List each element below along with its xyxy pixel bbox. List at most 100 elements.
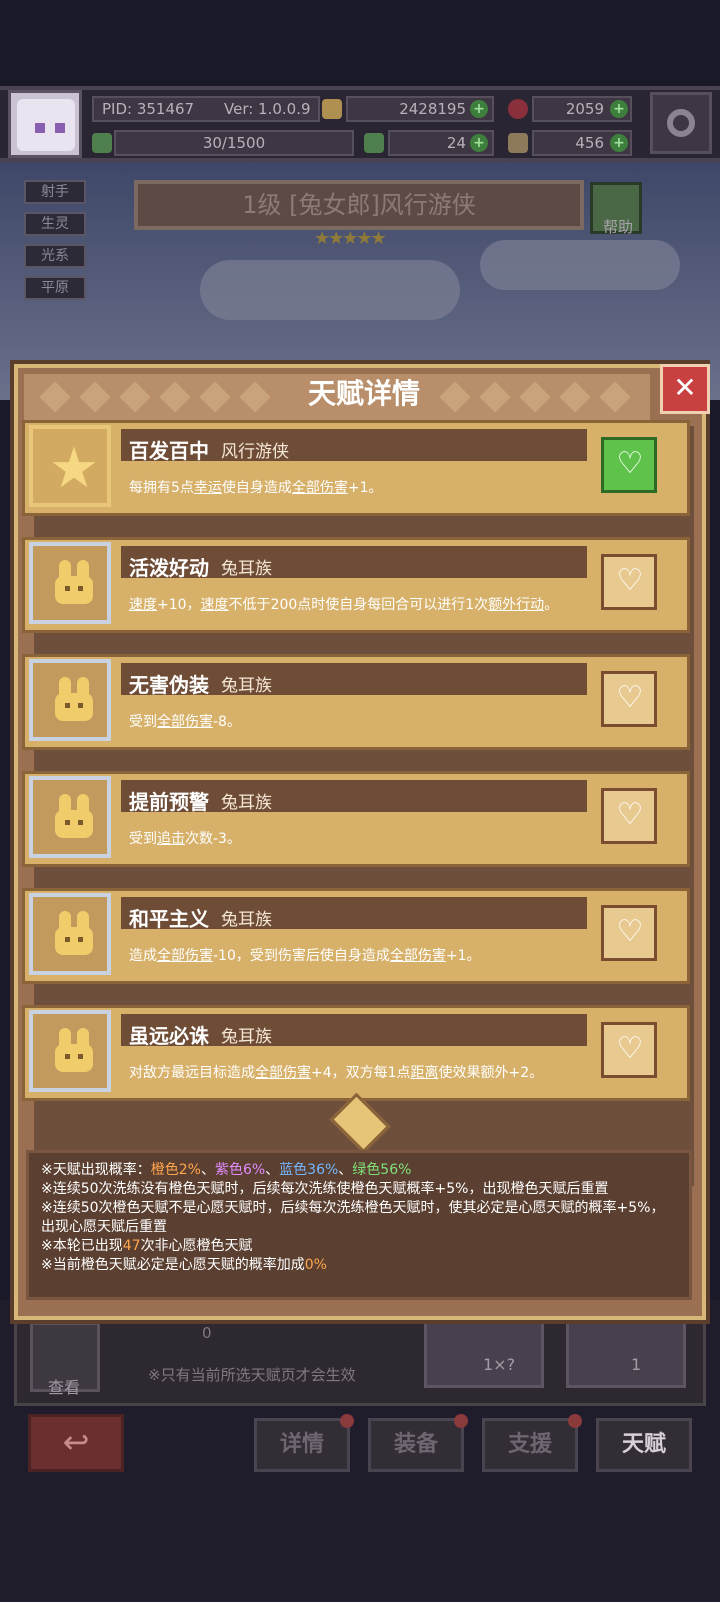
modal-title: 天赋详情 [307,377,420,410]
info-line-5: ※当前橙色天赋必定是心愿天赋的概率加成0% [41,1257,327,1273]
info-line-2: ※连续50次洗练没有橙色天赋时，后续每次洗练使橙色天赋概率+5%，出现橙色天赋后… [41,1181,609,1197]
star-icon: ★ [48,436,100,501]
help-label: 帮助 [602,218,633,236]
probability-info-panel: ※天赋出现概率：橙色2%、紫色6%、蓝色36%、绿色56% ※连续50次洗练没有… [26,1150,692,1300]
nav-details[interactable]: 详情 [254,1418,350,1472]
talent-tribe: 兔耳族 [221,793,272,813]
talent-description: 受到全部伤害-8。 [129,714,241,730]
back-arrow-icon[interactable]: ↩ [28,1414,124,1472]
refine-count: 1 [631,1355,642,1374]
gem-value: 2059 [565,100,604,118]
version-label: Ver: 1.0.0.9 [224,100,311,118]
settings-gear-icon[interactable] [650,92,712,154]
bunny-icon [51,911,97,957]
scroll-plus-button[interactable]: + [610,134,628,152]
bunny-icon [51,560,97,606]
talent-card[interactable]: 虽远必诛 兔耳族 对敌方最远目标造成全部伤害+4，双方每1点距离使效果额外+2。… [22,1005,690,1101]
hero-title: 1级 [兔女郎]风行游侠 [134,180,584,230]
talent-tribe: 兔耳族 [221,559,272,579]
talent-name: 提前预警 [129,790,209,814]
notification-dot [340,1414,354,1428]
wish-heart-button[interactable]: ♡ [601,437,657,493]
heart-icon: ♡ [616,914,644,949]
talent-description: 速度+10，速度不低于200点时使自身每回合可以进行1次额外行动。 [129,597,559,613]
talent-icon [29,893,111,975]
tag-element: 光系 [24,244,86,268]
talent-card[interactable]: 和平主义 兔耳族 造成全部伤害-10，受到伤害后使自身造成全部伤害+1。 ♡ [22,888,690,984]
wish-heart-button[interactable]: ♡ [601,1022,657,1078]
talent-card[interactable]: 无害伪装 兔耳族 受到全部伤害-8。 ♡ [22,654,690,750]
energy-value: 30/1500 [202,134,266,152]
info-line-4: ※本轮已出现47次非心愿橙色天赋 [41,1238,253,1254]
tag-class: 射手 [24,180,86,204]
talent-icon [29,1010,111,1092]
bunny-icon [51,794,97,840]
talent-description: 造成全部伤害-10，受到伤害后使自身造成全部伤害+1。 [129,948,481,964]
player-avatar[interactable] [8,90,82,158]
bunny-icon [51,1028,97,1074]
scroll-icon [508,133,528,153]
gold-coin-icon [322,99,342,119]
wish-heart-button[interactable]: ♡ [601,671,657,727]
talent-tribe: 兔耳族 [221,676,272,696]
talent-card[interactable]: 提前预警 兔耳族 受到追击次数-3。 ♡ [22,771,690,867]
clover-plus-button[interactable]: + [470,134,488,152]
talent-icon: ★ [29,425,111,507]
wish-heart-button[interactable]: ♡ [601,905,657,961]
talent-description: 每拥有5点幸运使自身造成全部伤害+1。 [129,480,383,496]
gold-plus-button[interactable]: + [470,100,488,118]
bunny-icon [51,677,97,723]
hero-star-rating: ★★★★★ [314,228,387,249]
talent-name: 虽远必诛 [129,1024,209,1048]
heart-icon: ♡ [616,1031,644,1066]
talent-icon [29,659,111,741]
pid-version-bar: PID: 351467 Ver: 1.0.0.9 [92,96,320,122]
auto-refine-count: 1×? [483,1355,516,1374]
talent-name: 百发百中 [129,439,209,463]
auto-refine-button[interactable]: 1×? [424,1318,544,1388]
clover-value: 24 [446,134,466,152]
refine-button[interactable]: 1 [566,1318,686,1388]
scroll-value: 456 [575,134,604,152]
talent-description: 受到追击次数-3。 [129,831,241,847]
energy-bar: 30/1500 [114,130,354,156]
talent-icon [29,542,111,624]
search-label: 查看 [47,1378,80,1397]
talent-card[interactable]: ★ 百发百中 风行游侠 每拥有5点幸运使自身造成全部伤害+1。 ♡ [22,420,690,516]
heart-icon: ♡ [616,563,644,598]
gold-value: 2428195 [399,100,466,118]
pid-label: PID: 351467 [102,100,195,118]
talent-tribe: 兔耳族 [221,910,272,930]
close-icon[interactable]: ✕ [660,364,710,414]
clover-icon [364,133,384,153]
talent-icon [29,776,111,858]
heart-icon: ♡ [616,797,644,832]
talent-tribe: 兔耳族 [221,1027,272,1047]
info-line-3: ※连续50次橙色天赋不是心愿天赋时，后续每次洗练橙色天赋时，使其必定是心愿天赋的… [41,1200,665,1235]
talent-card[interactable]: 活泼好动 兔耳族 速度+10，速度不低于200点时使自身每回合可以进行1次额外行… [22,537,690,633]
cloud [480,240,680,290]
gem-plus-button[interactable]: + [610,100,628,118]
ruby-icon [508,99,528,119]
tag-race: 生灵 [24,212,86,236]
cloud [200,260,460,320]
page-note: ※只有当前所选天赋页才会生效 [148,1366,356,1384]
nav-talent[interactable]: 天赋 [596,1418,692,1472]
notification-dot [454,1414,468,1428]
info-line-1: ※天赋出现概率：橙色2%、紫色6%、蓝色36%、绿色56% [41,1162,412,1178]
potion-count: 0 [202,1324,212,1342]
talent-tribe: 风行游侠 [221,442,289,462]
talent-name: 和平主义 [129,907,209,931]
heart-icon: ♡ [616,680,644,715]
wish-heart-button[interactable]: ♡ [601,554,657,610]
wish-heart-button[interactable]: ♡ [601,788,657,844]
talent-name: 无害伪装 [129,673,209,697]
talent-name: 活泼好动 [129,556,209,580]
talent-description: 对敌方最远目标造成全部伤害+4，双方每1点距离使效果额外+2。 [129,1065,544,1081]
nav-equipment[interactable]: 装备 [368,1418,464,1472]
tag-terrain: 平原 [24,276,86,300]
nav-support[interactable]: 支援 [482,1418,578,1472]
notification-dot [568,1414,582,1428]
heart-icon: ♡ [616,446,644,481]
energy-icon [92,133,112,153]
